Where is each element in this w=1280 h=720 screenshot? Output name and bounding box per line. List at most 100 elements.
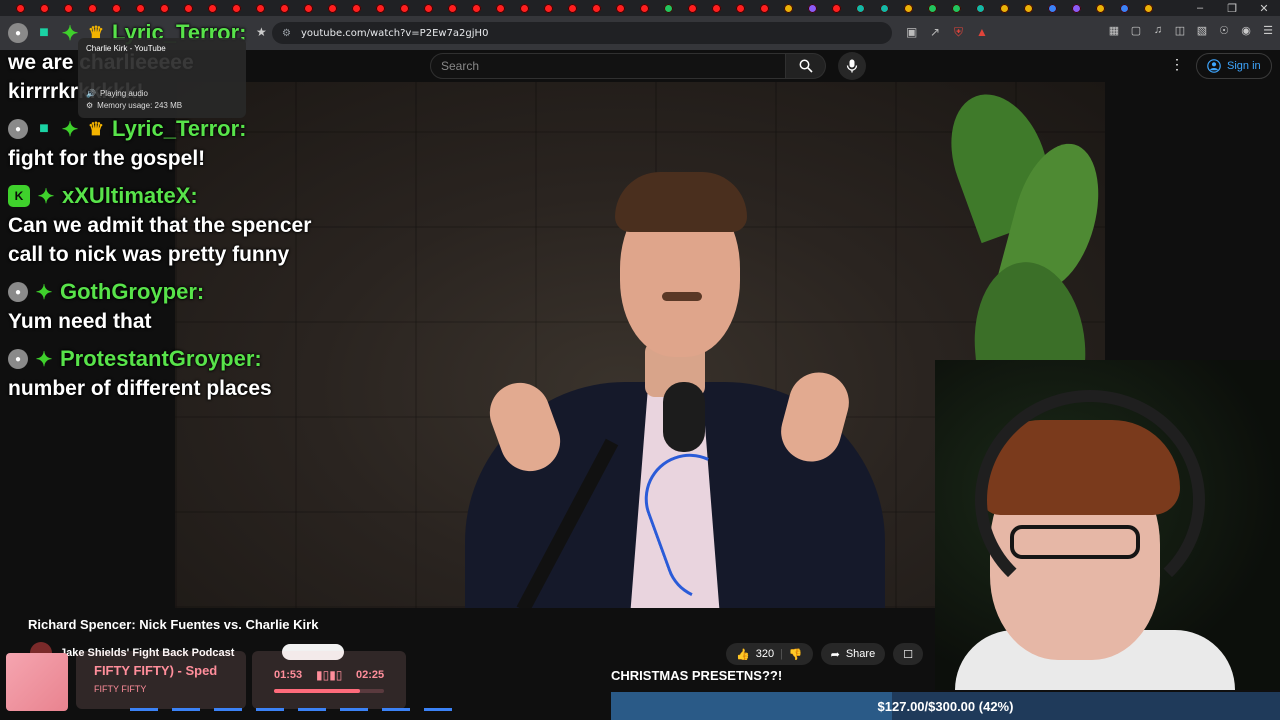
browser-tab[interactable] bbox=[800, 0, 824, 16]
browser-tab[interactable] bbox=[224, 0, 248, 16]
cast-icon[interactable]: ▣ bbox=[906, 25, 917, 39]
browser-tab[interactable] bbox=[200, 0, 224, 16]
browser-tab[interactable] bbox=[152, 0, 176, 16]
tab-favicon-icon bbox=[183, 3, 193, 13]
microphone-icon bbox=[846, 59, 858, 73]
taskbar-item[interactable] bbox=[424, 708, 452, 711]
diamond-badge-icon: ✦ bbox=[35, 348, 53, 371]
maximize-icon[interactable]: ❐ bbox=[1216, 0, 1248, 16]
brave-shield-icon[interactable]: ⛨ bbox=[954, 25, 963, 40]
browser-tab[interactable] bbox=[752, 0, 776, 16]
browser-tab[interactable] bbox=[272, 0, 296, 16]
chat-message-text: Can we admit that the spencer call to ni… bbox=[8, 214, 312, 266]
browser-tab[interactable] bbox=[536, 0, 560, 16]
browser-tab[interactable] bbox=[392, 0, 416, 16]
taskbar-item[interactable] bbox=[298, 708, 326, 711]
close-icon[interactable]: ✕ bbox=[1248, 0, 1280, 16]
browser-tab[interactable] bbox=[632, 0, 656, 16]
track-title: FIFTY FIFTY) - Sped bbox=[94, 663, 218, 678]
search-button[interactable] bbox=[786, 53, 826, 79]
browser-tab[interactable] bbox=[920, 0, 944, 16]
screenshot-icon[interactable]: ▢ bbox=[1130, 24, 1142, 37]
vpn-icon[interactable]: ☉ bbox=[1218, 24, 1230, 37]
tab-favicon-icon bbox=[279, 3, 289, 13]
browser-tab[interactable] bbox=[104, 0, 128, 16]
browser-tab[interactable] bbox=[1040, 0, 1064, 16]
browser-tab[interactable] bbox=[296, 0, 320, 16]
browser-tab[interactable] bbox=[1112, 0, 1136, 16]
browser-tab[interactable] bbox=[440, 0, 464, 16]
account-icon bbox=[1207, 59, 1221, 73]
browser-tab[interactable] bbox=[32, 0, 56, 16]
menu-icon[interactable]: ☰ bbox=[1262, 24, 1274, 37]
browser-tab[interactable] bbox=[944, 0, 968, 16]
browser-tab[interactable] bbox=[464, 0, 488, 16]
browser-tab[interactable] bbox=[776, 0, 800, 16]
brave-rewards-icon[interactable]: ▲ bbox=[976, 25, 988, 39]
browser-tab[interactable] bbox=[872, 0, 896, 16]
share-page-icon[interactable]: ↗ bbox=[930, 25, 940, 39]
diamond-badge-icon: ✦ bbox=[37, 185, 55, 208]
taskbar-item[interactable] bbox=[256, 708, 284, 711]
browser-tab[interactable] bbox=[560, 0, 584, 16]
browser-tab[interactable] bbox=[80, 0, 104, 16]
more-options-icon[interactable]: ⋮ bbox=[1170, 56, 1184, 73]
browser-tab[interactable] bbox=[56, 0, 80, 16]
search-input[interactable] bbox=[441, 59, 785, 73]
tab-favicon-icon bbox=[255, 3, 265, 13]
browser-tab[interactable] bbox=[248, 0, 272, 16]
browser-tab[interactable] bbox=[1064, 0, 1088, 16]
browser-tab[interactable] bbox=[656, 0, 680, 16]
browser-tab[interactable] bbox=[416, 0, 440, 16]
bookmark-icon: ☐ bbox=[903, 648, 914, 661]
voice-search-button[interactable] bbox=[838, 52, 866, 80]
shield-icon[interactable]: ◉ bbox=[1240, 24, 1252, 37]
browser-tab[interactable] bbox=[1016, 0, 1040, 16]
browser-tab[interactable] bbox=[344, 0, 368, 16]
minimize-icon[interactable]: – bbox=[1184, 0, 1216, 16]
browser-tab[interactable] bbox=[584, 0, 608, 16]
tab-favicon-icon bbox=[87, 3, 97, 13]
memory-icon: ⚙ bbox=[86, 101, 94, 110]
thumbs-down-icon[interactable]: 👎 bbox=[789, 648, 803, 661]
browser-tab[interactable] bbox=[704, 0, 728, 16]
url-field[interactable]: ⚙ youtube.com/watch?v=P2Ew7a2gjH0 bbox=[272, 22, 892, 44]
browser-tab[interactable] bbox=[824, 0, 848, 16]
taskbar-item[interactable] bbox=[214, 708, 242, 711]
browser-tab[interactable] bbox=[896, 0, 920, 16]
gift-badge-icon: ■ bbox=[39, 24, 49, 41]
browser-tab[interactable] bbox=[488, 0, 512, 16]
taskbar-item[interactable] bbox=[130, 708, 158, 711]
browser-tab[interactable] bbox=[320, 0, 344, 16]
browser-tab[interactable] bbox=[1136, 0, 1160, 16]
wallet-icon[interactable]: ▧ bbox=[1196, 24, 1208, 37]
browser-tab[interactable] bbox=[176, 0, 200, 16]
browser-tab[interactable] bbox=[968, 0, 992, 16]
avatar-badge-icon: ● bbox=[8, 349, 28, 369]
browser-tab[interactable] bbox=[128, 0, 152, 16]
save-button[interactable]: ☐ bbox=[893, 643, 924, 665]
browser-tab[interactable] bbox=[728, 0, 752, 16]
tab-favicon-icon bbox=[879, 3, 889, 13]
browser-tab[interactable] bbox=[368, 0, 392, 16]
browser-tab[interactable] bbox=[8, 0, 32, 16]
browser-tab[interactable] bbox=[680, 0, 704, 16]
browser-tab[interactable] bbox=[992, 0, 1016, 16]
tab-favicon-icon bbox=[759, 3, 769, 13]
sign-in-button[interactable]: Sign in bbox=[1196, 53, 1272, 79]
media-icon[interactable]: ♫ bbox=[1152, 24, 1164, 36]
extensions-icon[interactable]: ▦ bbox=[1108, 24, 1120, 37]
sidebar-icon[interactable]: ◫ bbox=[1174, 24, 1186, 37]
streamer-webcam bbox=[935, 360, 1280, 690]
taskbar-item[interactable] bbox=[382, 708, 410, 711]
tab-favicon-icon bbox=[1071, 3, 1081, 13]
browser-tab[interactable] bbox=[512, 0, 536, 16]
taskbar-item[interactable] bbox=[172, 708, 200, 711]
browser-tab[interactable] bbox=[1088, 0, 1112, 16]
browser-tab[interactable] bbox=[608, 0, 632, 16]
taskbar-item[interactable] bbox=[340, 708, 368, 711]
share-button[interactable]: ➦ Share bbox=[820, 643, 886, 665]
browser-tab[interactable] bbox=[848, 0, 872, 16]
chat-message-header: ● ✦ GothGroyper: bbox=[8, 277, 328, 307]
like-button[interactable]: 👍 320 | 👎 bbox=[726, 643, 813, 665]
